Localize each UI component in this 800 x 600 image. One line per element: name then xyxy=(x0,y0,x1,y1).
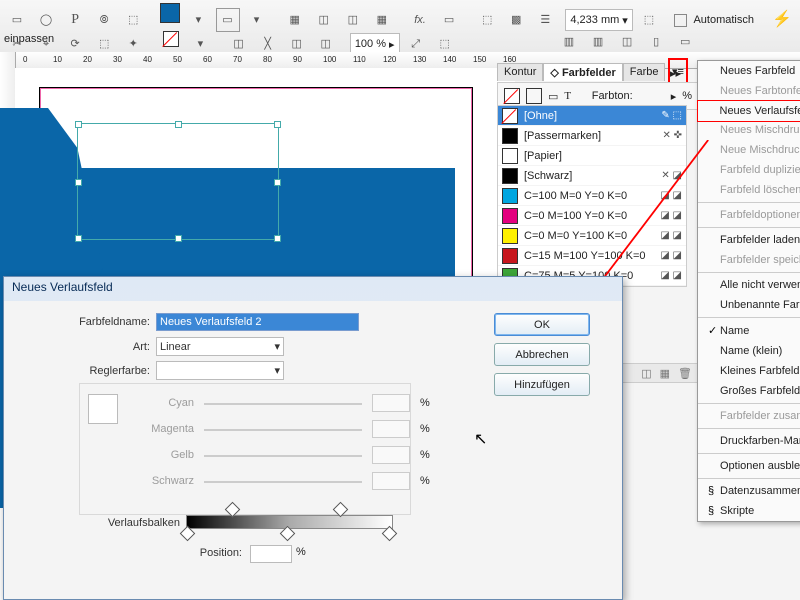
flyout-item[interactable]: Neues Verlaufsfeld xyxy=(697,100,800,122)
tint-label: Farbton: xyxy=(592,90,633,102)
swatch-row[interactable]: [Schwarz]✕ ◪ xyxy=(498,166,686,186)
cyan-slider[interactable] xyxy=(204,403,362,405)
flyout-item: Farbfeld löschen xyxy=(698,180,800,200)
flyout-item: Farbfelder zusammenführen xyxy=(698,406,800,426)
position-input[interactable] xyxy=(250,545,292,563)
yellow-value[interactable] xyxy=(372,446,410,464)
swatch-row[interactable]: C=0 M=100 Y=0 K=0◪ ◪ xyxy=(498,206,686,226)
flyout-item[interactable]: Name (klein) xyxy=(698,341,800,361)
gradient-ramp[interactable] xyxy=(186,515,393,529)
flyout-item[interactable]: Alle nicht verwendeten auswählen xyxy=(698,275,800,295)
flyout-item[interactable]: ✓Name xyxy=(698,320,800,341)
cmyk-group: Cyan% Magenta% Gelb% Schwarz% xyxy=(79,383,411,515)
swatch-row[interactable]: [Ohne]✎ ⬚ xyxy=(498,106,686,126)
black-value[interactable] xyxy=(372,472,410,490)
flyout-item[interactable]: Optionen ausblenden xyxy=(698,456,800,476)
autofit-checkbox[interactable] xyxy=(674,14,687,27)
magenta-slider[interactable] xyxy=(204,429,362,431)
tool-icon[interactable]: ▭ xyxy=(673,29,697,53)
ok-button[interactable]: OK xyxy=(494,313,590,336)
type-label: Art: xyxy=(34,341,150,353)
panel-flyout-menu[interactable]: Neues FarbfeldNeues FarbtonfeldNeues Ver… xyxy=(697,60,800,522)
swatch-row[interactable]: C=15 M=100 Y=100 K=0◪ ◪ xyxy=(498,246,686,266)
type-combo[interactable]: Linear▾ xyxy=(156,337,284,356)
swatch-row[interactable]: [Passermarken]✕ ✜ xyxy=(498,126,686,146)
formatting-target-icon[interactable]: ▭ xyxy=(548,90,558,103)
selection-frame[interactable] xyxy=(77,123,279,240)
position-label: Position: xyxy=(182,547,242,559)
flyout-item[interactable]: Großes Farbfeld xyxy=(698,381,800,401)
text-target-icon[interactable]: T xyxy=(564,90,571,102)
stroke-icon[interactable] xyxy=(526,88,542,104)
stopcolor-combo[interactable]: ▾ xyxy=(156,361,284,380)
name-input[interactable]: Neues Verlaufsfeld 2 xyxy=(156,313,359,331)
tab-farbe[interactable]: Farbe xyxy=(623,63,666,81)
flyout-item: Neue Mischdruckfarbengruppe xyxy=(698,140,800,160)
flyout-item[interactable]: Neues Farbfeld xyxy=(698,61,800,81)
app-toolbar: ▭ ◯ P ⦾ ⬚ ▾ ▭ ▾ ▦ ◫ ◫ ▦ fx. ▭ ⬚ ▩ ☰ 4,23… xyxy=(0,0,800,53)
new-gradient-dialog: Neues Verlaufsfeld Farbfeldname: Neues V… xyxy=(3,276,623,600)
cyan-value[interactable] xyxy=(372,394,410,412)
flyout-item[interactable]: §Skripte xyxy=(698,501,800,521)
flyout-item[interactable]: §Datenzusammenführung xyxy=(698,481,800,501)
new-swatch-icon[interactable]: ▦ xyxy=(660,367,670,380)
magenta-value[interactable] xyxy=(372,420,410,438)
tab-kontur[interactable]: Kontur xyxy=(497,63,543,81)
gradient-label: Verlaufsbalken xyxy=(82,517,180,529)
flyout-item: Neues Mischdruckfarbenfeld xyxy=(698,120,800,140)
tool-icon[interactable]: ▯ xyxy=(644,29,668,53)
flyout-item: Farbfeldoptionen xyxy=(698,205,800,225)
flyout-item[interactable]: Farbfelder laden xyxy=(698,230,800,250)
tab-farbfelder[interactable]: ◇ Farbfelder xyxy=(543,63,622,81)
yellow-slider[interactable] xyxy=(204,455,362,457)
cursor-icon: ↖ xyxy=(474,429,487,449)
add-button[interactable]: Hinzufügen xyxy=(494,373,590,396)
tool-icon[interactable]: ▥ xyxy=(557,29,581,53)
panel-flyout-button[interactable]: ▾≡ xyxy=(668,58,688,84)
black-slider[interactable] xyxy=(204,481,362,483)
none-chip[interactable] xyxy=(159,27,183,51)
new-swatch-icon[interactable]: ◫ xyxy=(641,367,651,380)
flyout-item[interactable]: Kleines Farbfeld xyxy=(698,361,800,381)
swatch-row[interactable]: [Papier] xyxy=(498,146,686,166)
swatch-row[interactable]: C=100 M=0 Y=0 K=0◪ ◪ xyxy=(498,186,686,206)
flyout-item[interactable]: Druckfarben-Manager xyxy=(698,431,800,451)
flyout-item: Farbfeld duplizieren xyxy=(698,160,800,180)
name-label: Farbfeldname: xyxy=(34,316,150,328)
flyout-item: Farbfelder speichern xyxy=(698,250,800,270)
swatch-row[interactable]: C=0 M=0 Y=100 K=0◪ ◪ xyxy=(498,226,686,246)
position-unit: % xyxy=(296,546,306,558)
flyout-item: Neues Farbtonfeld xyxy=(698,81,800,101)
stopcolor-label: Reglerfarbe: xyxy=(34,365,150,377)
fill-none-icon[interactable] xyxy=(504,88,520,104)
swatch-list[interactable]: [Ohne]✎ ⬚[Passermarken]✕ ✜[Papier][Schwa… xyxy=(497,105,687,287)
lightning-icon[interactable]: ⚡ xyxy=(772,9,792,29)
fill-color-chip[interactable] xyxy=(160,3,180,23)
cancel-button[interactable]: Abbrechen xyxy=(494,343,590,366)
trash-icon[interactable]: 🗑 xyxy=(678,367,692,380)
panel-tabs: Kontur ◇ Farbfelder Farbe ▸▸ xyxy=(497,63,685,81)
tool-icon[interactable]: ◫ xyxy=(615,29,639,53)
flyout-item[interactable]: Unbenannte Farben hinzufügen xyxy=(698,295,800,315)
tool-icon[interactable]: ▥ xyxy=(586,29,610,53)
tint-unit: % xyxy=(682,90,692,102)
cmyk-preview xyxy=(88,394,118,424)
